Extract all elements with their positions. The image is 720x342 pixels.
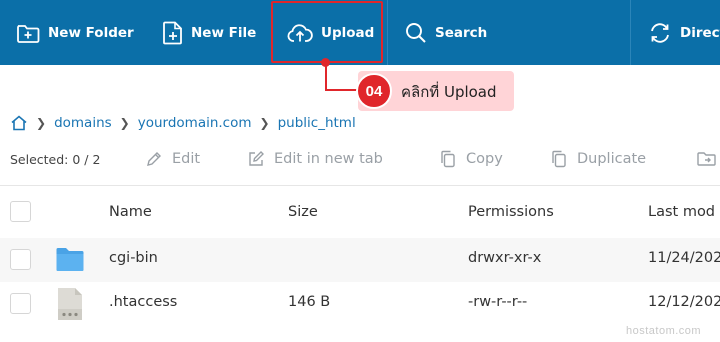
- edit-icon: [147, 152, 161, 166]
- toolbar-divider: [630, 0, 631, 65]
- watermark: hostatom.com: [626, 325, 702, 337]
- chevron-right-icon: ❯: [259, 116, 270, 130]
- breadcrumb-item-public-html[interactable]: public_html: [278, 115, 356, 131]
- refresh-icon: [651, 22, 669, 43]
- copy-button[interactable]: Copy: [440, 147, 503, 171]
- direct-label: Direct: [680, 24, 720, 41]
- breadcrumb-item-yourdomain[interactable]: yourdomain.com: [138, 115, 252, 131]
- file-modified: 11/24/2025: [648, 250, 720, 266]
- callout-connector: [325, 62, 327, 90]
- divider: [0, 185, 720, 186]
- file-modified: 12/12/2025: [648, 294, 720, 310]
- file-icon: [58, 288, 82, 320]
- new-folder-label: New Folder: [48, 24, 134, 41]
- search-label: Search: [435, 24, 488, 41]
- step-badge: 04: [356, 73, 392, 109]
- edit-new-tab-button[interactable]: Edit in new tab: [248, 147, 383, 171]
- move-button[interactable]: [697, 147, 717, 171]
- duplicate-button[interactable]: Duplicate: [551, 147, 646, 171]
- home-icon[interactable]: [10, 114, 28, 132]
- search-icon: [406, 22, 426, 43]
- row-checkbox[interactable]: [10, 293, 31, 314]
- edit-label: Edit: [172, 151, 201, 167]
- search-button[interactable]: Search: [405, 0, 487, 65]
- file-name[interactable]: .htaccess: [109, 294, 177, 310]
- column-header-size[interactable]: Size: [288, 204, 318, 220]
- column-header-permissions[interactable]: Permissions: [468, 204, 554, 220]
- direct-button[interactable]: Direct: [648, 0, 720, 65]
- edit-external-icon: [249, 151, 264, 166]
- copy-label: Copy: [466, 151, 503, 167]
- new-file-button[interactable]: New File: [163, 0, 256, 65]
- column-header-last-modified[interactable]: Last mod: [648, 204, 715, 220]
- row-checkbox[interactable]: [10, 249, 31, 270]
- duplicate-label: Duplicate: [577, 151, 647, 167]
- new-folder-button[interactable]: New Folder: [16, 0, 134, 65]
- select-all-checkbox[interactable]: [10, 201, 31, 222]
- table-row[interactable]: .htaccess 146 B -rw-r--r-- 12/12/2025: [0, 282, 720, 326]
- selected-count: Selected: 0 / 2: [10, 151, 101, 167]
- action-bar: Selected: 0 / 2 Edit Edit in new tab Cop…: [0, 147, 720, 171]
- breadcrumb-item-domains[interactable]: domains: [54, 115, 112, 131]
- new-folder-icon: [17, 24, 40, 43]
- upload-highlight-frame: [271, 1, 383, 63]
- duplicate-icon: [552, 150, 566, 168]
- copy-icon: [441, 150, 455, 168]
- chevron-right-icon: ❯: [119, 116, 130, 130]
- column-header-name[interactable]: Name: [109, 204, 152, 220]
- callout-text: คลิกที่ Upload: [401, 83, 497, 101]
- chevron-right-icon: ❯: [36, 116, 47, 130]
- file-size: 146 B: [288, 294, 331, 310]
- breadcrumb: ❯ domains ❯ yourdomain.com ❯ public_html: [10, 113, 356, 133]
- file-permissions: -rw-r--r--: [468, 294, 528, 310]
- edit-new-tab-label: Edit in new tab: [274, 151, 383, 167]
- table-row[interactable]: cgi-bin drwxr-xr-x 11/24/2025: [0, 238, 720, 282]
- new-file-icon: [163, 21, 182, 44]
- file-name[interactable]: cgi-bin: [109, 250, 158, 266]
- toolbar-divider: [387, 0, 388, 65]
- new-file-label: New File: [191, 24, 257, 41]
- file-permissions: drwxr-xr-x: [468, 250, 542, 266]
- move-folder-icon: [697, 152, 716, 166]
- edit-button[interactable]: Edit: [146, 147, 200, 171]
- folder-icon: [56, 248, 84, 271]
